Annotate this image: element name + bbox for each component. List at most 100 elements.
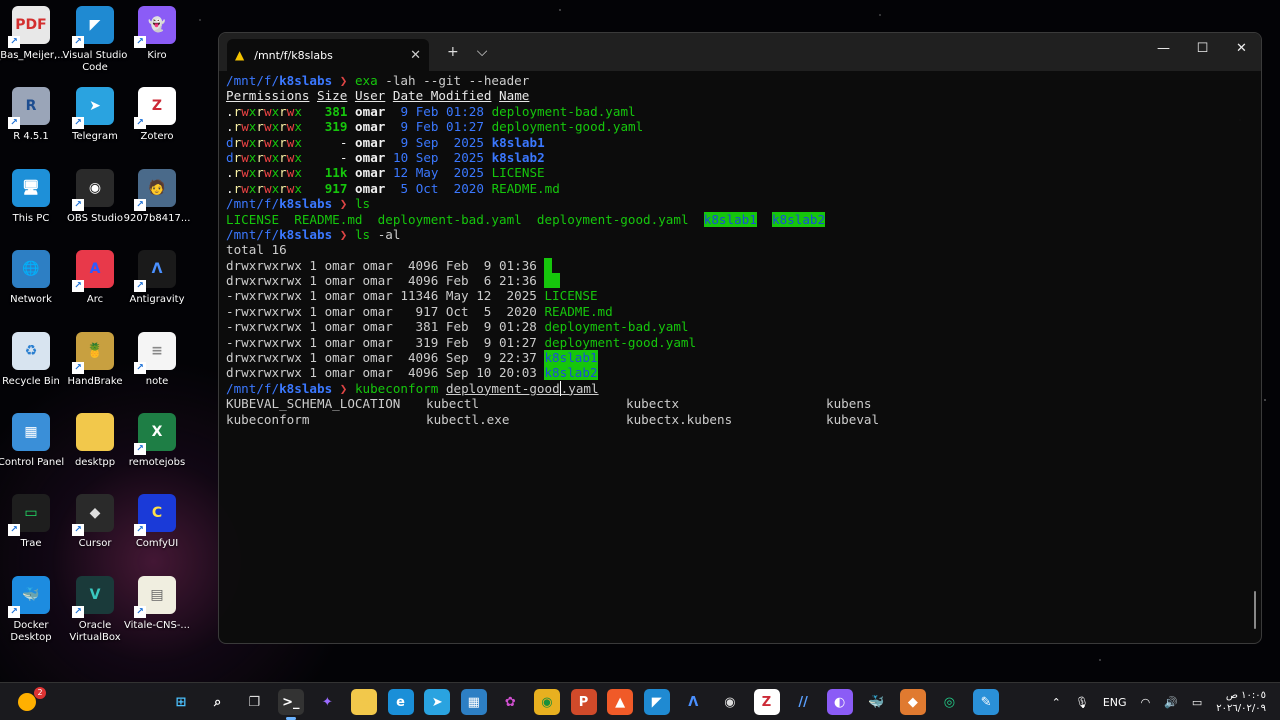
scrollbar-thumb[interactable] [1254, 591, 1256, 629]
desktop-icon[interactable]: 🍍 ↗ HandBrake [60, 328, 130, 406]
tray-overflow-icon[interactable]: ⌃ [1052, 696, 1061, 709]
desktop-icon[interactable]: PDF ↗ _Bas_Meijer,... [0, 2, 67, 80]
desktop-icon[interactable]: ▤ ↗ Vitale-CNS-... [122, 572, 192, 650]
completion-item[interactable]: kubens [826, 396, 872, 411]
desktop-icon[interactable]: ♻ Recycle Bin [0, 328, 66, 406]
desktop-icon[interactable]: V ↗ Oracle VirtualBox [60, 572, 130, 650]
desktop-icon[interactable]: Λ ↗ Antigravity [122, 246, 192, 324]
completion-item[interactable]: KUBEVAL_SCHEMA_LOCATION [226, 396, 426, 411]
desktop-icon[interactable]: ◉ ↗ OBS Studio [60, 165, 130, 243]
desktop-icon[interactable]: ▦ Control Panel [0, 409, 66, 487]
start-icon[interactable]: ⊞ [168, 689, 194, 715]
terminal-line: .rwxrwxrwx 319 omar 9 Feb 01:27 deployme… [226, 119, 1261, 134]
app-icon: 🍍 ↗ [72, 331, 114, 374]
file-name[interactable]: LICENSE [226, 212, 279, 227]
desktop-icon[interactable]: ▭ ↗ Trae [0, 490, 66, 568]
file-name[interactable]: deployment-bad.yaml [492, 104, 636, 119]
vscode-icon[interactable]: ◤ [643, 689, 670, 715]
desktop-icon[interactable]: R ↗ R 4.5.1 [0, 83, 66, 161]
file-name[interactable]: README.md [492, 181, 560, 196]
terminal-tab[interactable]: ▲ /mnt/f/k8slabs ✕ [227, 39, 429, 71]
desktop-icon[interactable]: ◆ ↗ Cursor [60, 490, 130, 568]
desktop-icon[interactable]: 🌐 Network [0, 246, 66, 324]
file-name[interactable]: deployment-good.yaml [492, 119, 644, 134]
new-tab-button[interactable]: + [447, 44, 459, 60]
maximize-button[interactable]: ☐ [1183, 33, 1222, 65]
brave-icon[interactable]: ▲ [607, 689, 634, 715]
file-name[interactable]: k8slab1 [492, 135, 545, 150]
file-name[interactable]: k8slab2 [544, 365, 598, 381]
desktop-icon[interactable]: 🧑 ↗ 9207b8417... [122, 165, 192, 243]
file-name[interactable]: LICENSE [544, 288, 597, 303]
dir-name[interactable]: k8slab2 [771, 211, 826, 227]
app-icon[interactable]: ✿ [497, 689, 523, 715]
paint-icon[interactable]: ✎ [973, 689, 1000, 715]
powerpoint-icon[interactable]: P [570, 689, 597, 715]
desktop-icon[interactable]: A ↗ Arc [60, 246, 130, 324]
close-button[interactable]: ✕ [1222, 33, 1261, 65]
file-name[interactable]: deployment-good.yaml [544, 335, 696, 350]
completion-item[interactable]: kubectl.exe [426, 412, 626, 427]
kiro-icon[interactable]: ◐ [826, 689, 853, 715]
edge-icon[interactable]: e [387, 689, 414, 715]
wifi-icon[interactable]: ◠ [1141, 696, 1151, 709]
completion-item[interactable]: kubectl [426, 396, 626, 411]
desktop-icon[interactable]: 🐳 ↗ Docker Desktop [0, 572, 66, 650]
terminal-output[interactable]: /mnt/f/k8slabs ❯ exa -lah --git --header… [219, 71, 1261, 427]
volume-icon[interactable]: 🔊 [1164, 696, 1178, 709]
terminal-icon[interactable]: >_ [277, 689, 304, 720]
dir-name[interactable]: k8slab1 [703, 211, 757, 227]
telegram-icon[interactable]: ➤ [424, 689, 451, 715]
chrome-icon[interactable]: ◉ [533, 689, 560, 715]
file-name[interactable]: LICENSE [492, 165, 545, 180]
microphone-icon[interactable]: 🎙 [1075, 696, 1089, 709]
file-name[interactable]: README.md [544, 304, 612, 319]
desktop-icon[interactable]: ≡ ↗ note [122, 328, 192, 406]
ls-meta: drwxrwxrwx 1 omar omar 4096 Feb 9 01:36 [226, 257, 545, 273]
weather-widget[interactable]: 2 [18, 687, 46, 713]
battery-icon[interactable]: ▭ [1192, 696, 1202, 709]
clock[interactable]: ١٠:٠٥ ص ٢٠٢٦/٠٢/٠٩ [1216, 689, 1266, 715]
terminal-window: ▲ /mnt/f/k8slabs ✕ + ⌵ — ☐ ✕ /mnt/f/k8sl… [218, 32, 1262, 644]
file-name[interactable]: k8slab2 [492, 150, 545, 165]
desktop-icon[interactable]: ◤ ↗ Visual Studio Code [60, 2, 130, 80]
completion-item[interactable]: kubectx [626, 396, 826, 411]
desktop-icon-label: Vitale-CNS-... [124, 619, 190, 631]
file-name[interactable]: . [544, 257, 553, 273]
search-icon[interactable]: ⌕ [205, 689, 231, 715]
terminal-titlebar[interactable]: ▲ /mnt/f/k8slabs ✕ + ⌵ — ☐ ✕ [219, 33, 1261, 71]
docker-icon[interactable]: 🐳 [863, 689, 889, 715]
completion-item[interactable]: kubeval [826, 412, 879, 427]
file-name[interactable]: deployment-good.yaml [537, 212, 689, 227]
file-name[interactable]: README.md [294, 212, 362, 227]
handbrake-icon[interactable]: ◆ [899, 689, 926, 715]
app-icon: ▤ ↗ [134, 575, 176, 618]
antigravity-icon[interactable]: Λ [680, 689, 706, 715]
file-name[interactable]: .. [544, 273, 560, 289]
store-icon[interactable]: ▦ [460, 689, 487, 715]
desktop-icon[interactable]: ➤ ↗ Telegram [60, 83, 130, 161]
file-explorer-icon[interactable]: ▬ [350, 689, 377, 715]
file-name[interactable]: deployment-bad.yaml [544, 319, 688, 334]
close-tab-icon[interactable]: ✕ [410, 48, 421, 63]
minimize-button[interactable]: — [1144, 33, 1183, 65]
file-name[interactable]: k8slab1 [544, 350, 598, 366]
language-indicator[interactable]: ENG [1103, 696, 1127, 709]
copilot-icon[interactable]: ✦ [314, 689, 340, 715]
desktop-icon[interactable]: 👻 ↗ Kiro [122, 2, 192, 80]
desktop-icon[interactable]: C ↗ ComfyUI [122, 490, 192, 568]
obs-icon[interactable]: ◉ [717, 689, 743, 715]
slash-app-icon[interactable]: // [790, 689, 816, 715]
file-name[interactable]: deployment-bad.yaml [378, 212, 522, 227]
task-view-icon[interactable]: ❐ [241, 689, 267, 715]
chatgpt-icon[interactable]: ◎ [936, 689, 962, 715]
completion-item[interactable]: kubeconform [226, 412, 426, 427]
desktop-icon[interactable]: desktpp [60, 409, 130, 487]
desktop-icon[interactable]: 🖥 This PC [0, 165, 66, 243]
desktop-icon[interactable]: Z ↗ Zotero [122, 83, 192, 161]
zotero-icon[interactable]: Z [753, 689, 780, 715]
desktop-icon[interactable]: X ↗ remotejobs [122, 409, 192, 487]
tab-dropdown-button[interactable]: ⌵ [477, 44, 488, 60]
completion-item[interactable]: kubectx.kubens [626, 412, 826, 427]
